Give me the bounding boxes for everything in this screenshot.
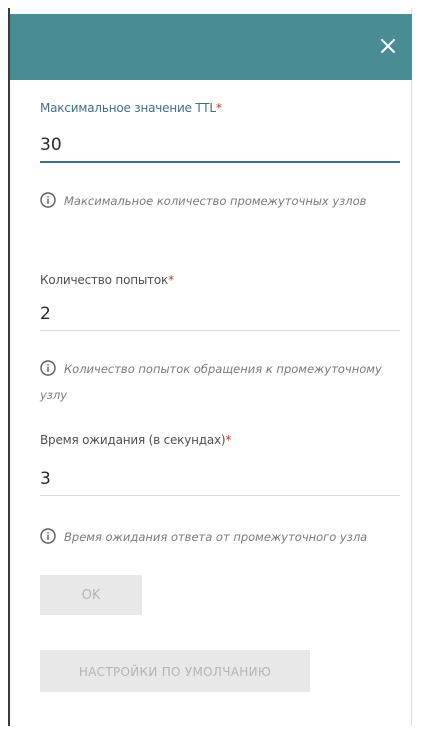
attempts-hint: Количество попыток обращения к промежуто… bbox=[40, 356, 390, 408]
required-mark: * bbox=[215, 101, 222, 115]
info-icon bbox=[40, 360, 56, 376]
ttl-input[interactable] bbox=[40, 135, 400, 163]
timeout-hint-text: Время ожидания ответа от промежуточного … bbox=[64, 530, 368, 544]
dialog: Максимальное значение TTL* Максимальное … bbox=[8, 8, 412, 726]
info-icon bbox=[40, 528, 56, 544]
defaults-button[interactable]: НАСТРОЙКИ ПО УМОЛЧАНИЮ bbox=[40, 650, 310, 692]
attempts-hint-text: Количество попыток обращения к промежуто… bbox=[40, 362, 382, 402]
required-mark: * bbox=[168, 273, 174, 287]
close-icon[interactable] bbox=[376, 34, 400, 58]
required-mark: * bbox=[225, 433, 232, 447]
ttl-label: Максимальное значение TTL* bbox=[40, 101, 222, 115]
timeout-hint: Время ожидания ответа от промежуточного … bbox=[40, 524, 390, 550]
timeout-label: Время ожидания (в секундах)* bbox=[40, 433, 232, 447]
ttl-hint: Максимальное количество промежуточных уз… bbox=[40, 188, 390, 214]
attempts-label: Количество попыток* bbox=[40, 273, 174, 287]
ttl-hint-text: Максимальное количество промежуточных уз… bbox=[64, 194, 367, 208]
ok-button[interactable]: OK bbox=[40, 575, 142, 615]
dialog-header bbox=[10, 14, 412, 80]
attempts-input[interactable] bbox=[40, 304, 400, 331]
info-icon bbox=[40, 192, 56, 208]
timeout-input[interactable] bbox=[40, 469, 400, 496]
